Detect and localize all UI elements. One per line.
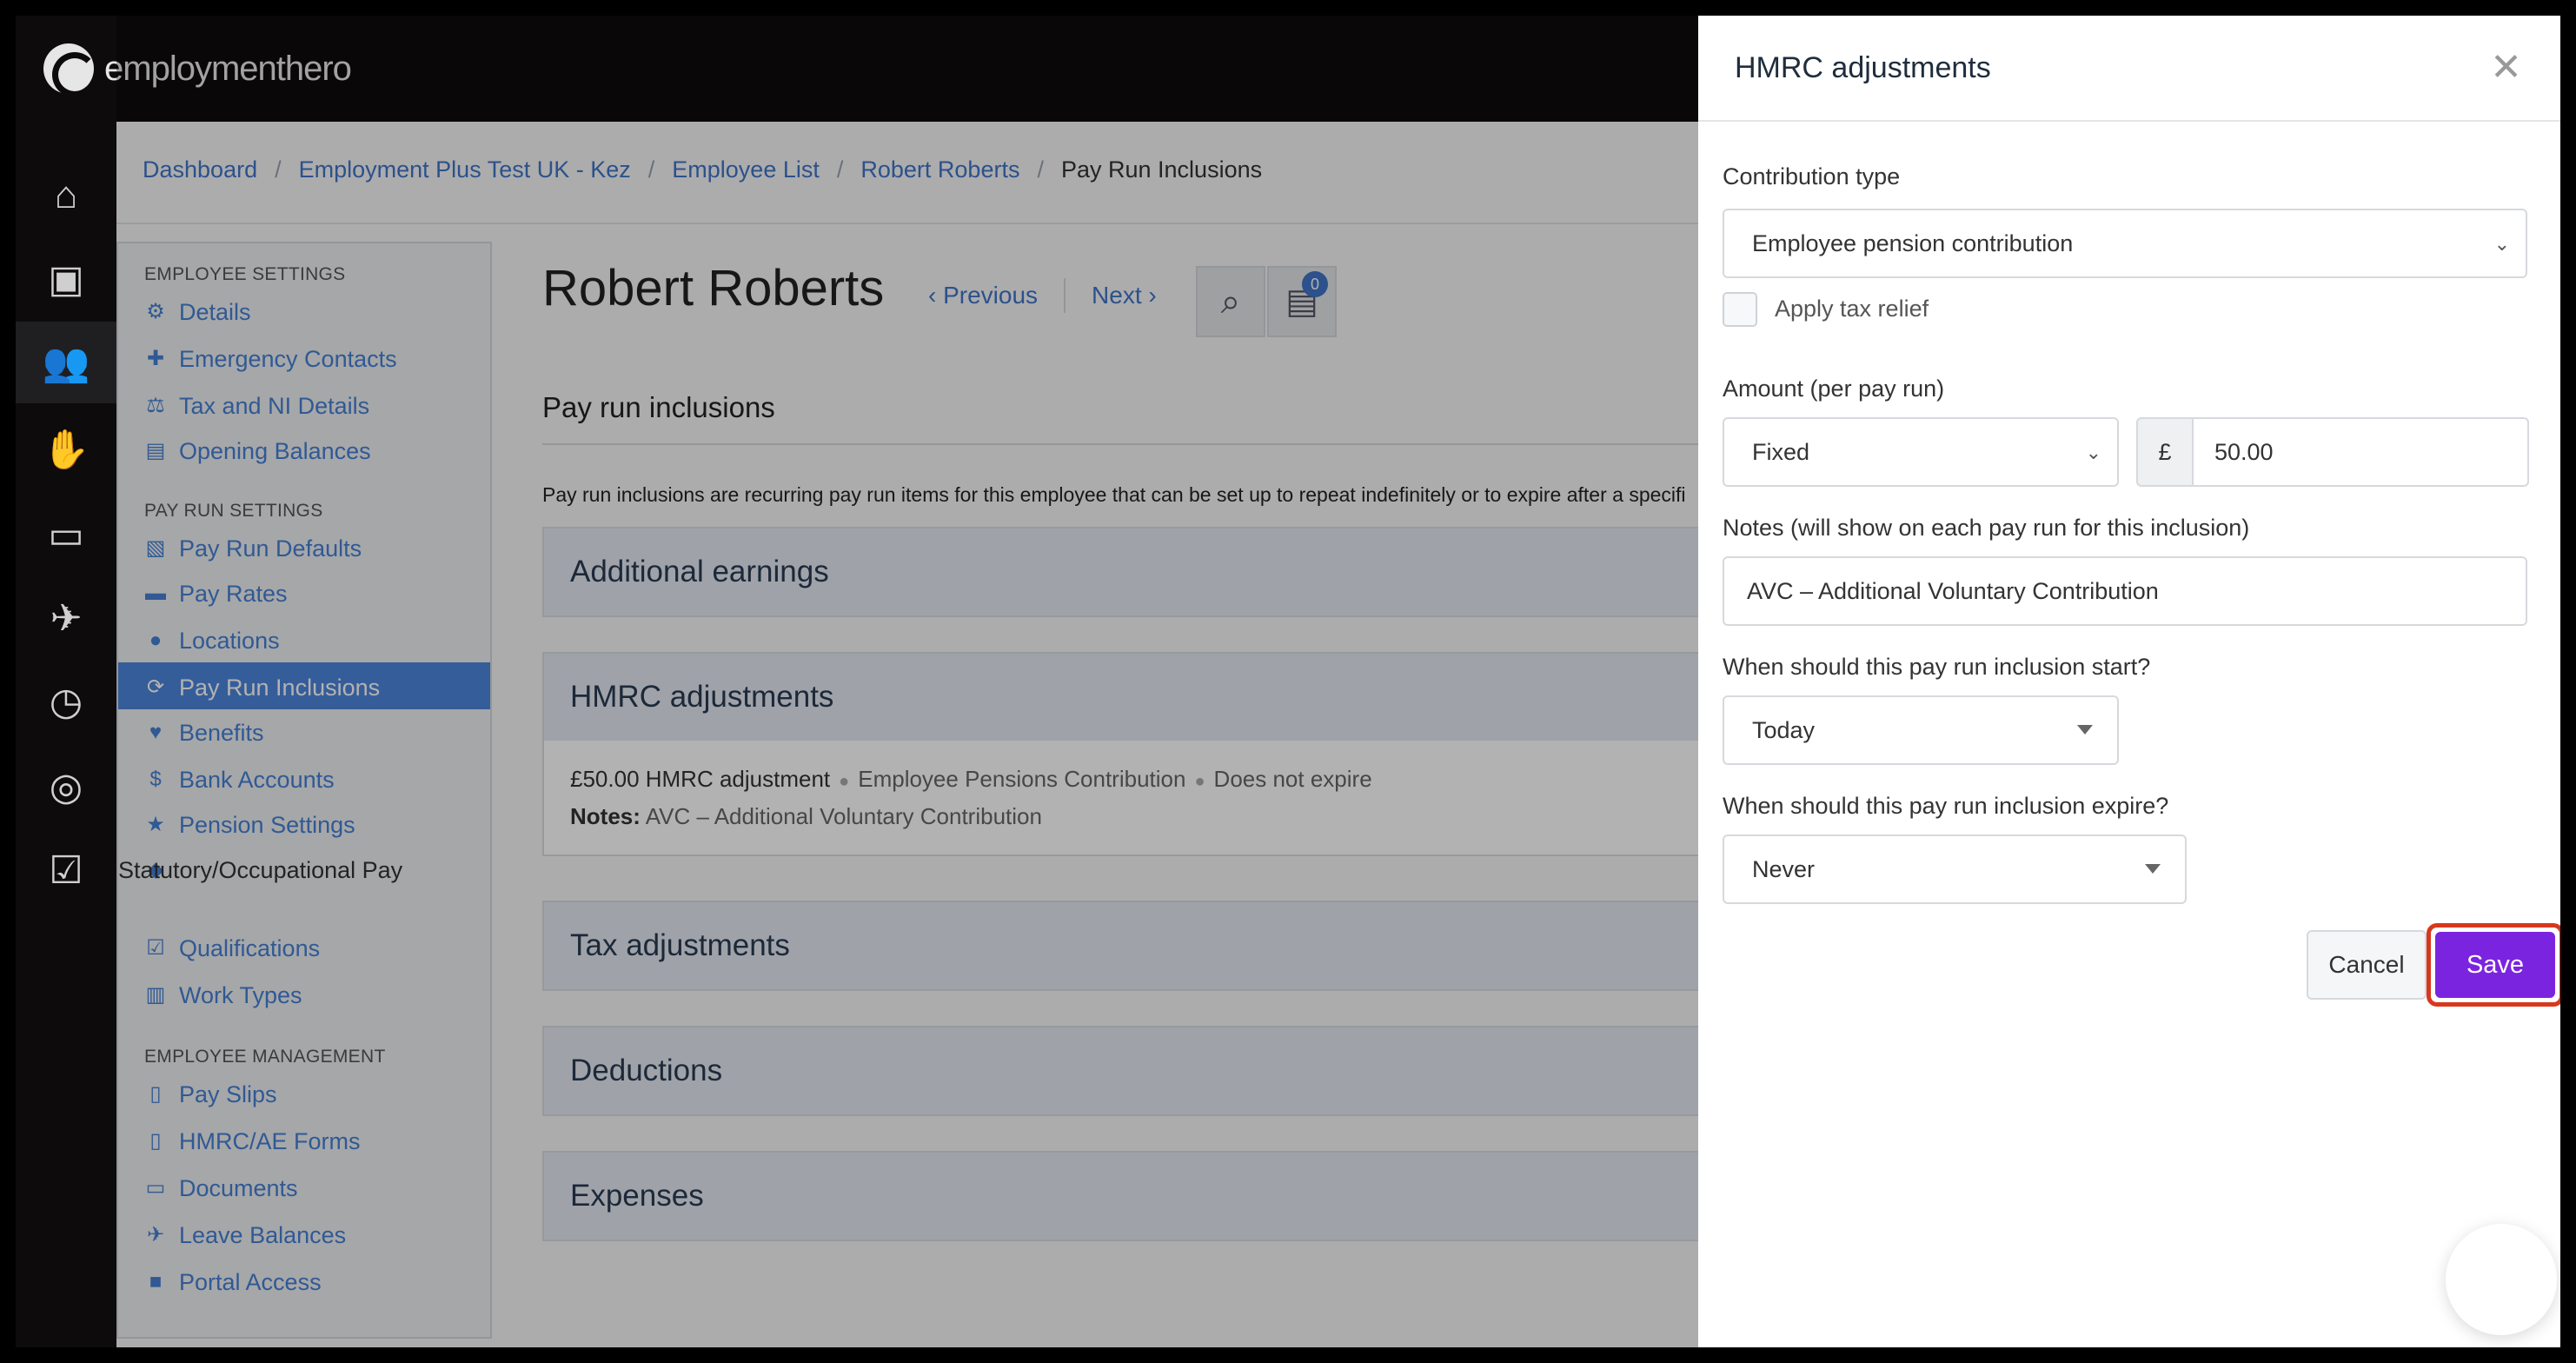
hmrc-adjustments-drawer: HMRC adjustments ✕ Contribution type Emp… bbox=[1698, 16, 2560, 1347]
expire-label: When should this pay run inclusion expir… bbox=[1723, 793, 2169, 819]
icon-rail: ⌂ ▣ 👥 ✋ ▭ ✈ ◷ ◎ ☑ bbox=[16, 122, 116, 1347]
chevron-down-icon: ⌄ bbox=[2493, 233, 2510, 255]
drawer-header: HMRC adjustments ✕ bbox=[1698, 16, 2560, 122]
currency-addon: £ bbox=[2136, 417, 2194, 487]
cancel-button[interactable]: Cancel bbox=[2307, 930, 2427, 1000]
folder-icon[interactable]: ▭ bbox=[16, 494, 116, 575]
clipboard-check-icon[interactable]: ☑ bbox=[16, 829, 116, 911]
contribution-type-select[interactable]: Employee pension contribution ⌄ bbox=[1723, 209, 2527, 278]
briefcase-icon[interactable]: ▣ bbox=[16, 238, 116, 320]
save-button[interactable]: Save bbox=[2435, 932, 2555, 998]
start-select[interactable]: Today bbox=[1723, 695, 2119, 765]
clock-icon[interactable]: ◷ bbox=[16, 661, 116, 742]
amount-type-select[interactable]: Fixed ⌄ bbox=[1723, 417, 2119, 487]
amount-input[interactable]: 50.00 bbox=[2192, 417, 2529, 487]
people-icon[interactable]: 👥 bbox=[16, 322, 116, 403]
app-frame: employmenthero ⌂ ▣ 👥 ✋ ▭ ✈ ◷ ◎ ☑ Dashboa… bbox=[16, 16, 2560, 1347]
chat-launcher[interactable] bbox=[2446, 1224, 2557, 1335]
amount-label: Amount (per pay run) bbox=[1723, 376, 1945, 402]
plane-icon[interactable]: ✈ bbox=[16, 577, 116, 659]
logo-mark-icon bbox=[43, 43, 97, 97]
caret-down-icon bbox=[2145, 864, 2161, 874]
caret-down-icon bbox=[2077, 725, 2093, 735]
notes-label: Notes (will show on each pay run for thi… bbox=[1723, 515, 2250, 541]
expire-select[interactable]: Never bbox=[1723, 834, 2187, 904]
contribution-type-label: Contribution type bbox=[1723, 163, 1901, 189]
notes-input[interactable]: AVC – Additional Voluntary Contribution bbox=[1723, 556, 2527, 626]
coins-icon[interactable]: ◎ bbox=[16, 746, 116, 828]
hand-coin-icon[interactable]: ✋ bbox=[16, 409, 116, 490]
drawer-title: HMRC adjustments bbox=[1735, 50, 1991, 84]
chevron-down-icon: ⌄ bbox=[2085, 442, 2101, 463]
start-label: When should this pay run inclusion start… bbox=[1723, 654, 2151, 680]
apply-tax-relief-checkbox[interactable] bbox=[1723, 292, 1757, 327]
home-icon[interactable]: ⌂ bbox=[16, 155, 116, 236]
apply-tax-relief-label[interactable]: Apply tax relief bbox=[1775, 296, 1929, 322]
close-icon[interactable]: ✕ bbox=[2490, 49, 2522, 87]
modal-backdrop[interactable] bbox=[116, 16, 1712, 1347]
